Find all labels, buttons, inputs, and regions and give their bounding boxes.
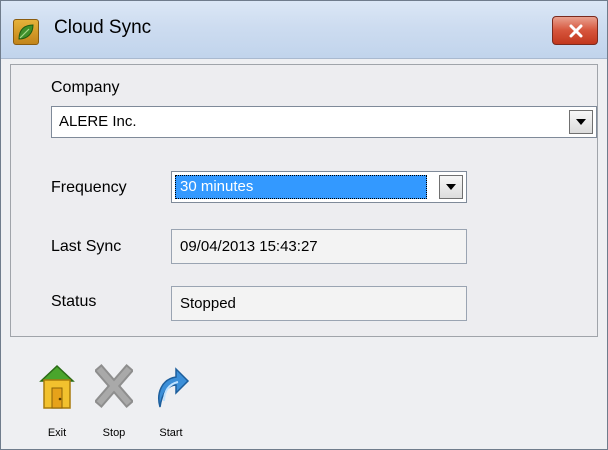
stop-x-icon <box>95 363 133 409</box>
frequency-value: 30 minutes <box>175 175 427 199</box>
close-button[interactable] <box>552 16 598 45</box>
status-value: Stopped <box>180 295 236 312</box>
company-label: Company <box>51 79 120 96</box>
frequency-label: Frequency <box>51 179 127 196</box>
cloud-sync-window: Cloud Sync Company ALERE Inc. Frequency … <box>0 0 608 450</box>
frequency-dropdown[interactable]: 30 minutes <box>171 171 467 203</box>
company-dropdown[interactable]: ALERE Inc. <box>51 106 597 138</box>
last-sync-field: 09/04/2013 15:43:27 <box>171 229 467 264</box>
stop-label: Stop <box>102 427 126 439</box>
last-sync-value: 09/04/2013 15:43:27 <box>180 238 318 255</box>
close-icon <box>569 24 583 38</box>
stop-button[interactable]: Stop <box>84 363 144 443</box>
leaf-app-icon <box>13 19 39 45</box>
frequency-dropdown-button[interactable] <box>439 175 463 199</box>
title-bar[interactable]: Cloud Sync <box>1 1 607 59</box>
chevron-down-icon <box>576 119 586 125</box>
start-arrow-icon <box>158 367 190 408</box>
status-label: Status <box>51 293 97 310</box>
sync-settings-panel: Company ALERE Inc. Frequency 30 minutes … <box>10 64 598 337</box>
exit-label: Exit <box>47 427 67 439</box>
start-label: Start <box>159 427 183 439</box>
last-sync-label: Last Sync <box>51 238 122 255</box>
toolbar: Exit Stop Start <box>1 355 607 449</box>
exit-button[interactable]: Exit <box>27 363 87 443</box>
exit-door-icon <box>39 364 75 409</box>
window-title: Cloud Sync <box>54 17 152 38</box>
company-value: ALERE Inc. <box>59 113 137 130</box>
start-button[interactable]: Start <box>141 363 201 443</box>
company-dropdown-button[interactable] <box>569 110 593 134</box>
chevron-down-icon <box>446 184 456 190</box>
status-field: Stopped <box>171 286 467 321</box>
